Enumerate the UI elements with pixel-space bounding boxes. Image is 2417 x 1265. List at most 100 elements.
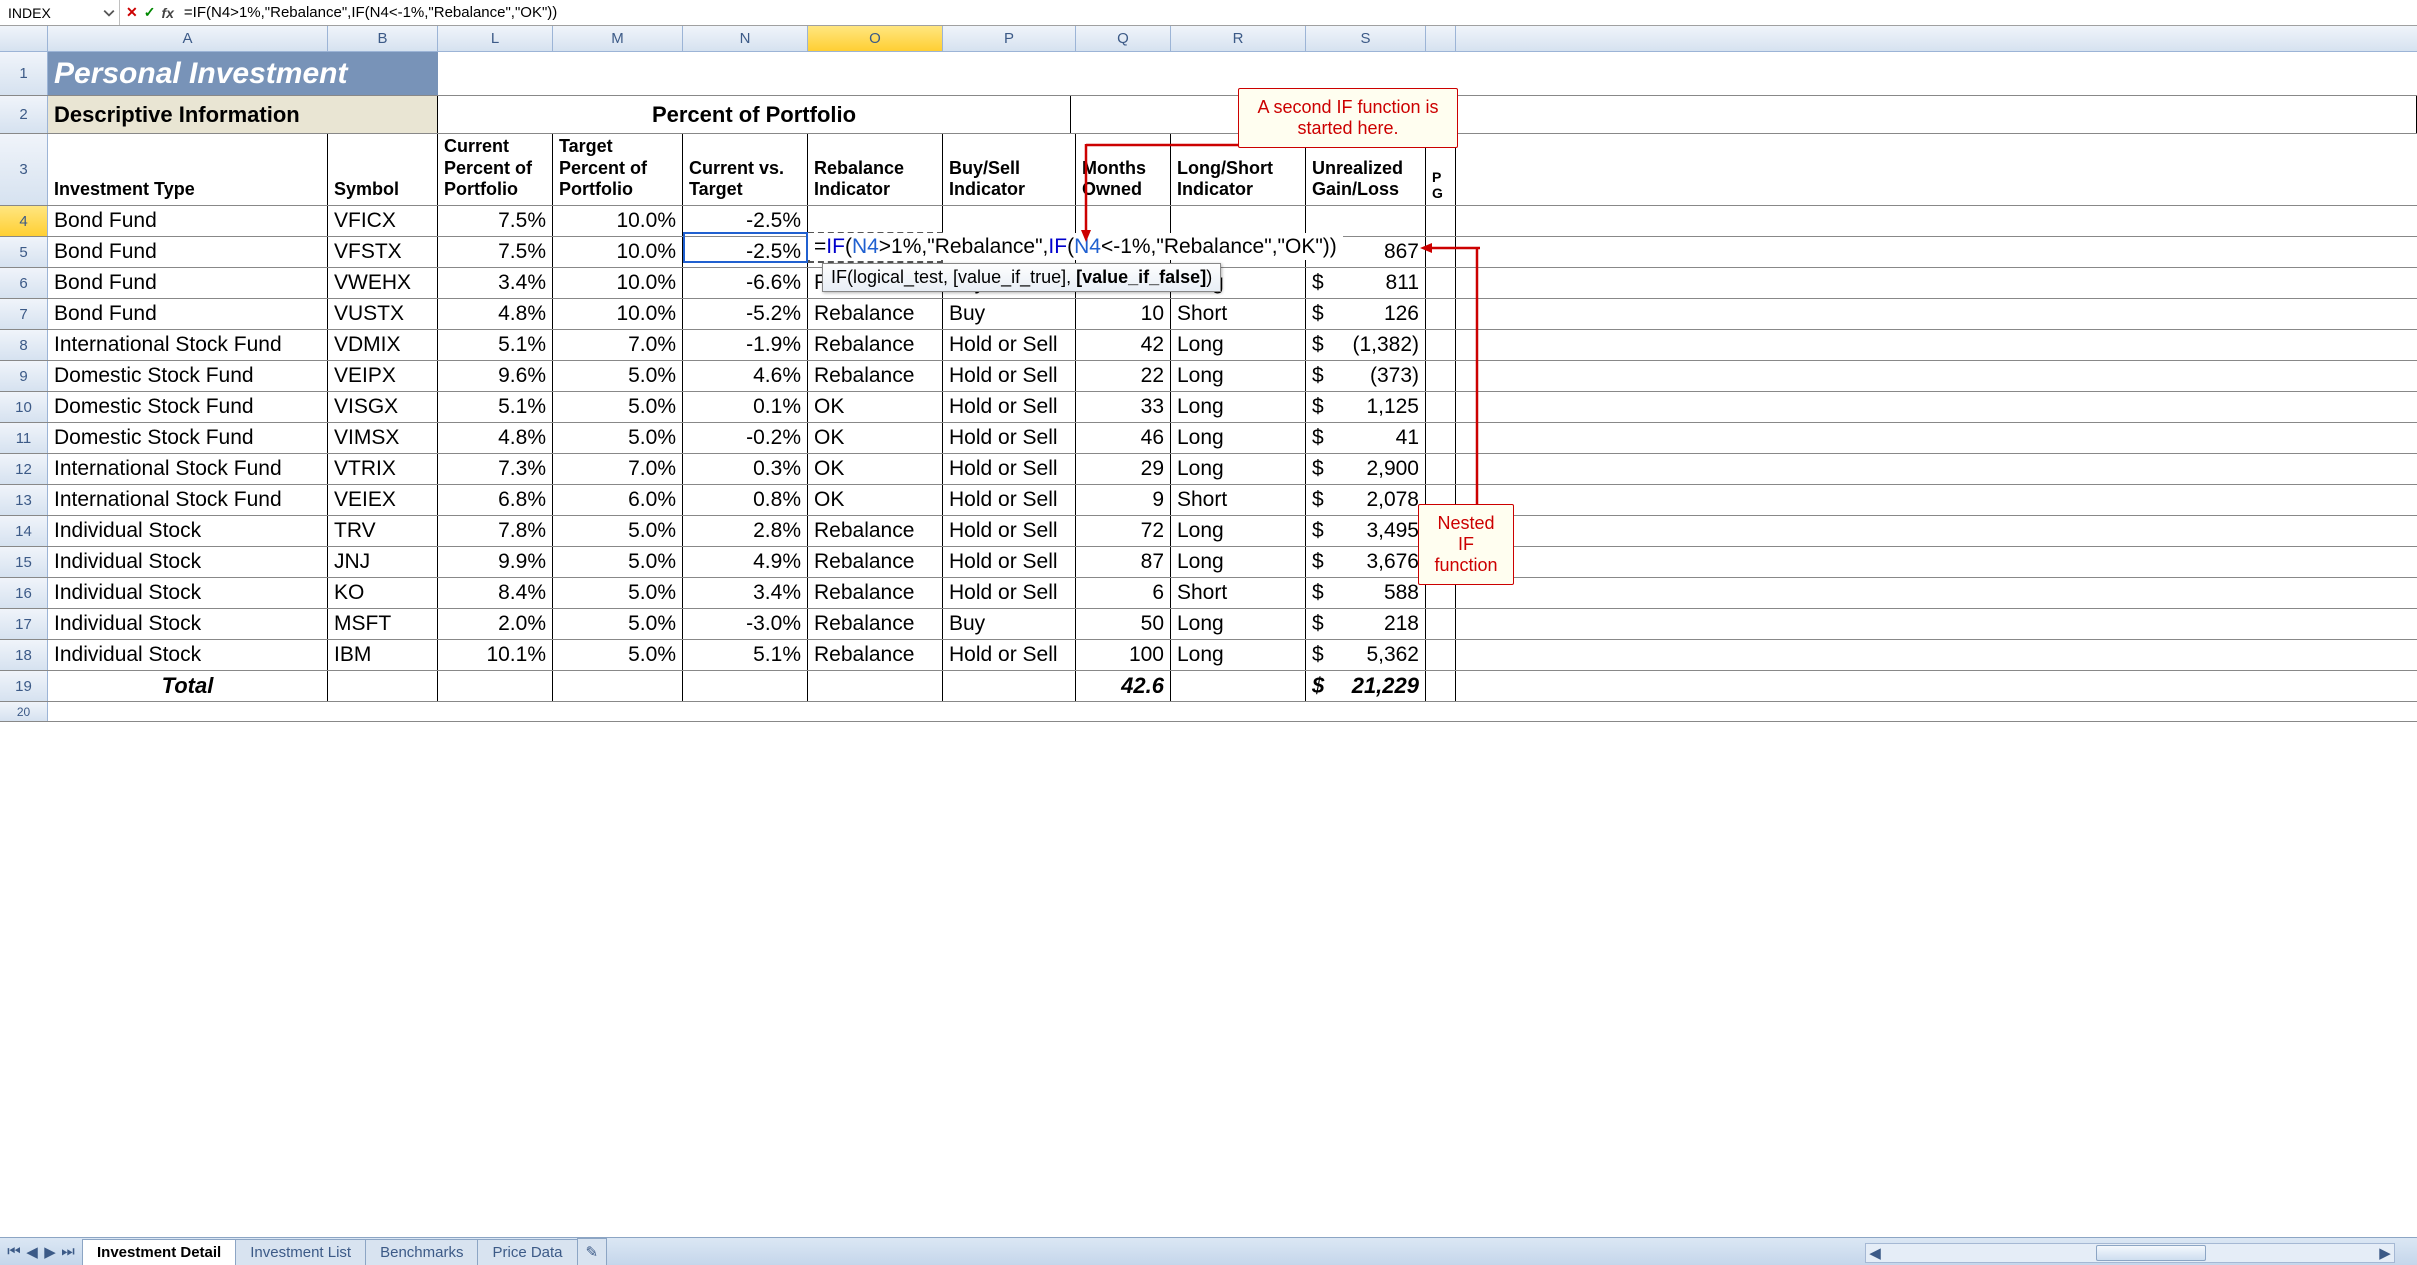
cell-type[interactable]: Individual Stock [48, 547, 328, 577]
cell-target-pct[interactable]: 10.0% [553, 299, 683, 329]
cell-buysell[interactable]: Hold or Sell [943, 516, 1076, 546]
cell-symbol[interactable]: TRV [328, 516, 438, 546]
dropdown-icon[interactable] [103, 7, 115, 19]
row-header-16[interactable]: 16 [0, 578, 48, 608]
cell-longshort[interactable]: Long [1171, 330, 1306, 360]
row-header-12[interactable]: 12 [0, 454, 48, 484]
cell-target-pct[interactable]: 5.0% [553, 578, 683, 608]
cell-partial[interactable] [1426, 640, 1456, 670]
cell-type[interactable]: Bond Fund [48, 237, 328, 267]
row-header-14[interactable]: 14 [0, 516, 48, 546]
cell-target-pct[interactable]: 5.0% [553, 640, 683, 670]
cell-longshort[interactable]: Long [1171, 609, 1306, 639]
row-header-2[interactable]: 2 [0, 96, 48, 133]
formula-input[interactable]: =IF(N4>1%,"Rebalance",IF(N4<-1%,"Rebalan… [180, 4, 557, 21]
cell-gainloss[interactable]: $2,078 [1306, 485, 1426, 515]
cell-months[interactable]: 33 [1076, 392, 1171, 422]
cell-current-pct[interactable]: 9.6% [438, 361, 553, 391]
total-label[interactable]: Total [48, 671, 328, 701]
cell-symbol[interactable]: IBM [328, 640, 438, 670]
cell-rebalance[interactable]: Rebalance [808, 516, 943, 546]
row-header-6[interactable]: 6 [0, 268, 48, 298]
cell-rebalance[interactable]: Rebalance [808, 578, 943, 608]
cell-rebalance[interactable]: Rebalance [808, 609, 943, 639]
cell-buysell[interactable]: Hold or Sell [943, 361, 1076, 391]
row-header-1[interactable]: 1 [0, 52, 48, 95]
cell-longshort[interactable]: Short [1171, 578, 1306, 608]
cell-type[interactable]: Bond Fund [48, 206, 328, 236]
row-header-17[interactable]: 17 [0, 609, 48, 639]
cell-symbol[interactable]: VWEHX [328, 268, 438, 298]
cell-vs-target[interactable]: 0.8% [683, 485, 808, 515]
cell-longshort[interactable]: Short [1171, 299, 1306, 329]
cell-current-pct[interactable]: 4.8% [438, 423, 553, 453]
tab-investment-detail[interactable]: Investment Detail [82, 1239, 236, 1265]
cell-vs-target[interactable]: 4.9% [683, 547, 808, 577]
cell-vs-target[interactable]: -3.0% [683, 609, 808, 639]
tab-first-icon[interactable]: ⏮ [6, 1244, 22, 1260]
cell-vs-target[interactable]: 3.4% [683, 578, 808, 608]
cell-partial[interactable] [1426, 206, 1456, 236]
cell-gainloss[interactable]: $126 [1306, 299, 1426, 329]
cell-current-pct[interactable]: 6.8% [438, 485, 553, 515]
cell-vs-target[interactable]: 4.6% [683, 361, 808, 391]
cell-current-pct[interactable]: 7.5% [438, 237, 553, 267]
enter-icon[interactable]: ✓ [144, 4, 156, 21]
cell-type[interactable]: Individual Stock [48, 640, 328, 670]
cell-buysell[interactable]: Hold or Sell [943, 578, 1076, 608]
cell-vs-target[interactable]: -2.5% [683, 237, 808, 267]
cell-type[interactable]: International Stock Fund [48, 330, 328, 360]
cell-buysell[interactable] [943, 206, 1076, 236]
cell-buysell[interactable]: Hold or Sell [943, 423, 1076, 453]
cell-months[interactable]: 72 [1076, 516, 1171, 546]
cell-vs-target[interactable]: 0.1% [683, 392, 808, 422]
cell-rebalance[interactable]: OK [808, 392, 943, 422]
cell-vs-target[interactable]: 2.8% [683, 516, 808, 546]
cell-rebalance[interactable]: Rebalance [808, 640, 943, 670]
cell-current-pct[interactable]: 7.3% [438, 454, 553, 484]
cell-months[interactable]: 50 [1076, 609, 1171, 639]
cell-gainloss[interactable]: $3,676 [1306, 547, 1426, 577]
cell-rebalance[interactable]: Rebalance [808, 361, 943, 391]
tab-last-icon[interactable]: ⏭ [60, 1244, 76, 1260]
cell-gainloss[interactable]: $588 [1306, 578, 1426, 608]
hdr-investment-type[interactable]: Investment Type [48, 134, 328, 205]
cell-current-pct[interactable]: 5.1% [438, 330, 553, 360]
cell-months[interactable]: 29 [1076, 454, 1171, 484]
row-header-18[interactable]: 18 [0, 640, 48, 670]
cell-symbol[interactable]: VUSTX [328, 299, 438, 329]
cell-symbol[interactable]: VFICX [328, 206, 438, 236]
cell-type[interactable]: Individual Stock [48, 516, 328, 546]
scroll-left-icon[interactable]: ◀ [1866, 1244, 1884, 1262]
cell-current-pct[interactable]: 8.4% [438, 578, 553, 608]
cell-target-pct[interactable]: 5.0% [553, 392, 683, 422]
tab-benchmarks[interactable]: Benchmarks [365, 1239, 478, 1265]
cell-months[interactable]: 6 [1076, 578, 1171, 608]
cell-symbol[interactable]: VIMSX [328, 423, 438, 453]
hdr-symbol[interactable]: Symbol [328, 134, 438, 205]
cell-rebalance[interactable]: OK [808, 485, 943, 515]
horizontal-scrollbar[interactable]: ◀ ▶ [1865, 1243, 2395, 1263]
row-header-7[interactable]: 7 [0, 299, 48, 329]
col-header-M[interactable]: M [553, 26, 683, 51]
cell-partial[interactable] [1426, 268, 1456, 298]
cell-buysell[interactable]: Hold or Sell [943, 547, 1076, 577]
cell-partial[interactable] [1426, 361, 1456, 391]
cell-gainloss[interactable]: $(1,382) [1306, 330, 1426, 360]
cell-type[interactable]: Individual Stock [48, 609, 328, 639]
col-header-R[interactable]: R [1171, 26, 1306, 51]
cell-vs-target[interactable]: -0.2% [683, 423, 808, 453]
row-header-9[interactable]: 9 [0, 361, 48, 391]
cell-symbol[interactable]: JNJ [328, 547, 438, 577]
row-header-11[interactable]: 11 [0, 423, 48, 453]
cell-buysell[interactable]: Hold or Sell [943, 454, 1076, 484]
cell-gainloss[interactable]: $1,125 [1306, 392, 1426, 422]
cell-vs-target[interactable]: -5.2% [683, 299, 808, 329]
cell-months[interactable]: 9 [1076, 485, 1171, 515]
tab-price-data[interactable]: Price Data [477, 1239, 577, 1265]
cell-type[interactable]: Individual Stock [48, 578, 328, 608]
cell-target-pct[interactable]: 5.0% [553, 361, 683, 391]
cell-current-pct[interactable]: 7.8% [438, 516, 553, 546]
cell-longshort[interactable]: Long [1171, 547, 1306, 577]
hdr-current-pct[interactable]: Current Percent of Portfolio [438, 134, 553, 205]
